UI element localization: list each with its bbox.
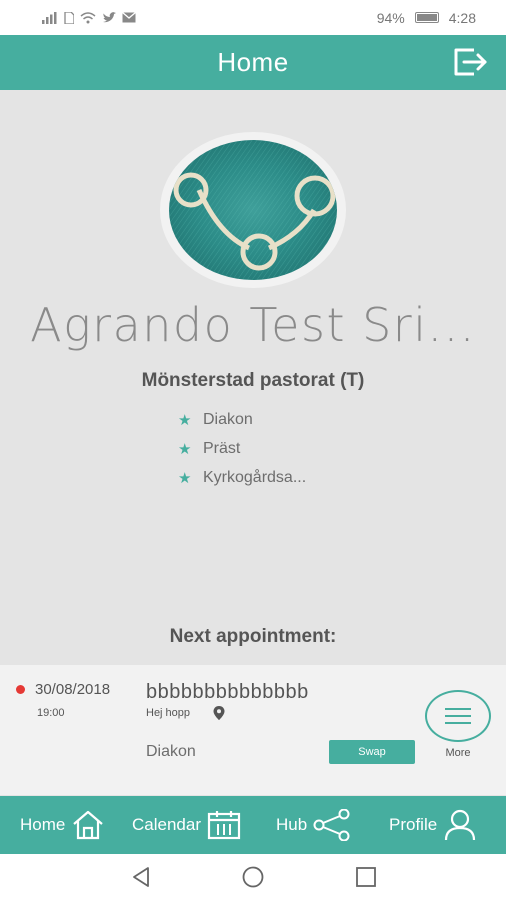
status-right: 94% 4:28 bbox=[377, 10, 476, 26]
page-title: Home bbox=[217, 47, 289, 77]
tab-label: Hub bbox=[276, 815, 308, 834]
role-item: ★ Kyrkogårdsa... bbox=[178, 463, 306, 492]
home-icon bbox=[73, 810, 104, 840]
battery-icon bbox=[414, 12, 439, 23]
share-icon bbox=[313, 809, 350, 841]
twitter-icon bbox=[103, 11, 116, 22]
role-item: ★ Diakon bbox=[178, 405, 306, 434]
star-icon: ★ bbox=[178, 411, 192, 429]
role-label: Diakon bbox=[203, 410, 253, 428]
clock: 4:28 bbox=[448, 9, 476, 26]
star-icon: ★ bbox=[178, 469, 192, 487]
user-name: Agrando Test Sri... bbox=[30, 298, 476, 352]
signal-icon bbox=[42, 11, 57, 24]
status-bar: 94% 4:28 bbox=[0, 0, 506, 35]
home-circle-icon[interactable] bbox=[242, 866, 264, 888]
agrando-logo-icon bbox=[169, 140, 337, 280]
next-appointment-heading: Next appointment: bbox=[169, 626, 337, 647]
role-list: ★ Diakon ★ Präst ★ Kyrkogårdsa... bbox=[178, 405, 306, 492]
role-item: ★ Präst bbox=[178, 434, 306, 463]
tab-profile[interactable]: Profile bbox=[389, 796, 477, 854]
logout-icon[interactable] bbox=[452, 47, 488, 77]
appointment-date: 30/08/2018 bbox=[35, 681, 111, 698]
role-label: Präst bbox=[203, 439, 241, 457]
battery-percent: 94% bbox=[376, 9, 405, 26]
tab-label: Home bbox=[20, 815, 66, 834]
system-nav-bar bbox=[0, 854, 506, 900]
tab-label: Profile bbox=[389, 815, 438, 834]
tab-label: Calendar bbox=[132, 815, 201, 834]
tab-calendar[interactable]: Calendar bbox=[132, 796, 241, 854]
sim-icon bbox=[64, 11, 74, 24]
back-icon[interactable] bbox=[130, 866, 152, 888]
more-button[interactable] bbox=[425, 690, 491, 742]
tab-hub[interactable]: Hub bbox=[276, 796, 351, 854]
organization-name: Mönsterstad pastorat (T) bbox=[141, 370, 365, 391]
swap-button[interactable]: Swap bbox=[329, 740, 415, 764]
menu-line bbox=[445, 722, 471, 724]
status-dot bbox=[16, 685, 25, 694]
star-icon: ★ bbox=[178, 440, 192, 458]
user-icon bbox=[445, 809, 476, 841]
more-label: More bbox=[445, 747, 471, 759]
avatar-logo bbox=[169, 140, 337, 280]
appointment-role: Diakon bbox=[146, 743, 196, 760]
menu-line bbox=[445, 708, 471, 710]
app-header: Home bbox=[0, 35, 506, 90]
recents-icon[interactable] bbox=[355, 866, 377, 888]
bottom-tab-bar: Home Calendar Hub Profile bbox=[0, 796, 506, 854]
tab-home[interactable]: Home bbox=[20, 796, 105, 854]
appointment-title: bbbbbbbbbbbbbb bbox=[146, 681, 309, 703]
role-label: Kyrkogårdsa... bbox=[203, 468, 307, 486]
appointment-card[interactable]: 30/08/2018 19:00 bbbbbbbbbbbbbb Hej hopp… bbox=[0, 665, 506, 795]
mail-icon bbox=[122, 12, 136, 23]
appointment-time: 19:00 bbox=[37, 707, 65, 719]
appointment-description: Hej hopp bbox=[146, 707, 191, 719]
wifi-icon bbox=[80, 11, 96, 23]
calendar-icon bbox=[207, 811, 241, 840]
menu-line bbox=[445, 715, 471, 717]
location-pin-icon bbox=[213, 706, 225, 720]
avatar[interactable] bbox=[160, 132, 346, 288]
status-icons bbox=[42, 11, 136, 24]
